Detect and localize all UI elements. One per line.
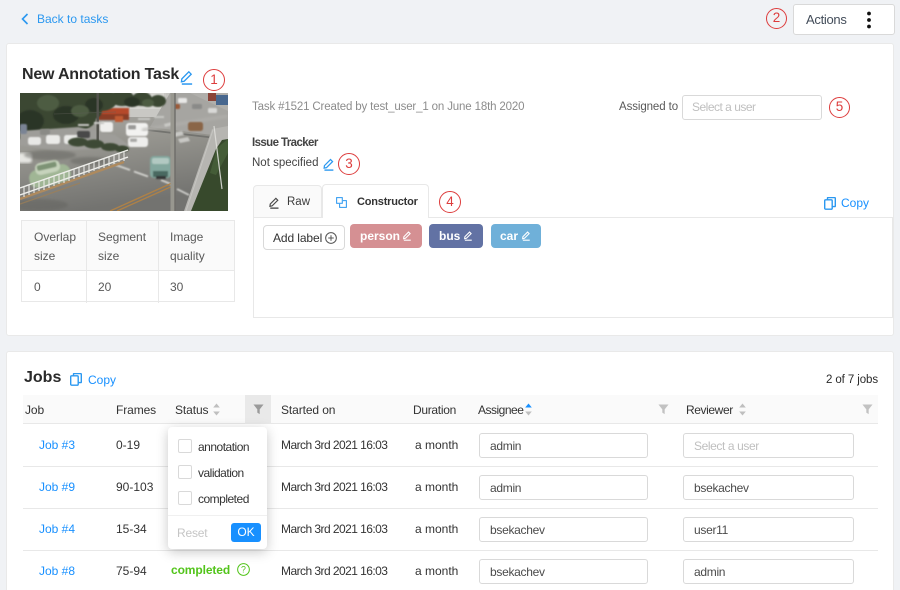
- svg-text:?: ?: [241, 565, 246, 575]
